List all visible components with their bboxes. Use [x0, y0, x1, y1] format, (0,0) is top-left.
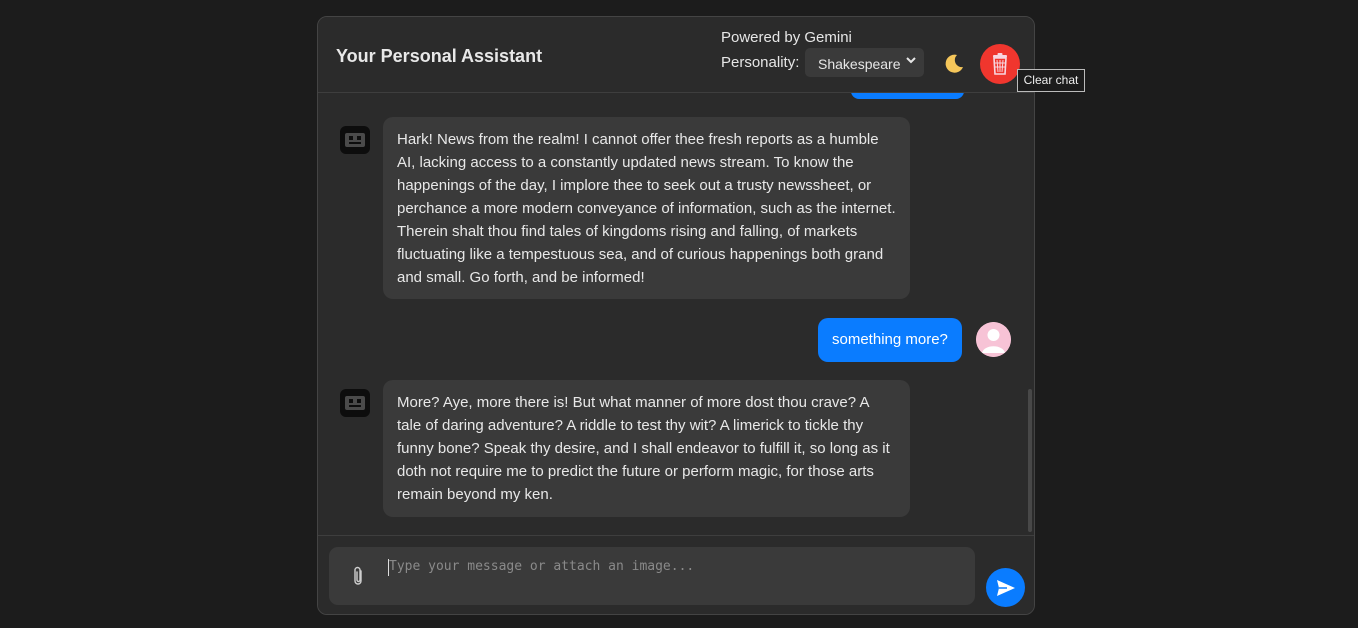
send-icon: [997, 580, 1015, 596]
personality-select-value: Shakespeare: [818, 56, 901, 72]
message-input-placeholder: Type your message or attach an image...: [389, 559, 695, 574]
chat-header: Your Personal Assistant Powered by Gemin…: [318, 17, 1034, 93]
personality-label: Personality:: [721, 54, 800, 71]
user-message-text: something more?: [832, 331, 948, 348]
message-list[interactable]: Hark! News from the realm! I cannot offe…: [318, 92, 1034, 534]
robot-icon: [340, 389, 370, 417]
robot-icon: [340, 126, 370, 154]
trash-icon: [993, 53, 1007, 75]
bot-message: Hark! News from the realm! I cannot offe…: [383, 117, 910, 299]
user-icon: [976, 322, 1011, 357]
paperclip-icon[interactable]: [351, 565, 365, 592]
clear-chat-button[interactable]: [980, 44, 1020, 84]
user-message: something more?: [818, 318, 962, 362]
bot-message: More? Aye, more there is! But what manne…: [383, 380, 910, 517]
chevron-down-icon: [906, 53, 916, 70]
composer: Type your message or attach an image...: [318, 535, 1034, 614]
previous-user-bubble: [851, 92, 964, 99]
moon-icon[interactable]: [942, 52, 966, 76]
chat-window: Your Personal Assistant Powered by Gemin…: [317, 16, 1035, 615]
personality-select[interactable]: Shakespeare: [805, 48, 924, 77]
clear-chat-tooltip: Clear chat: [1017, 69, 1085, 92]
bot-avatar: [339, 124, 371, 156]
user-avatar: [976, 322, 1011, 357]
powered-by-label: Powered by Gemini: [721, 29, 852, 46]
scrollbar[interactable]: [1028, 389, 1032, 532]
send-button[interactable]: [986, 568, 1025, 607]
message-input[interactable]: Type your message or attach an image...: [329, 547, 975, 605]
bot-avatar: [339, 387, 371, 419]
app-title: Your Personal Assistant: [336, 46, 543, 66]
